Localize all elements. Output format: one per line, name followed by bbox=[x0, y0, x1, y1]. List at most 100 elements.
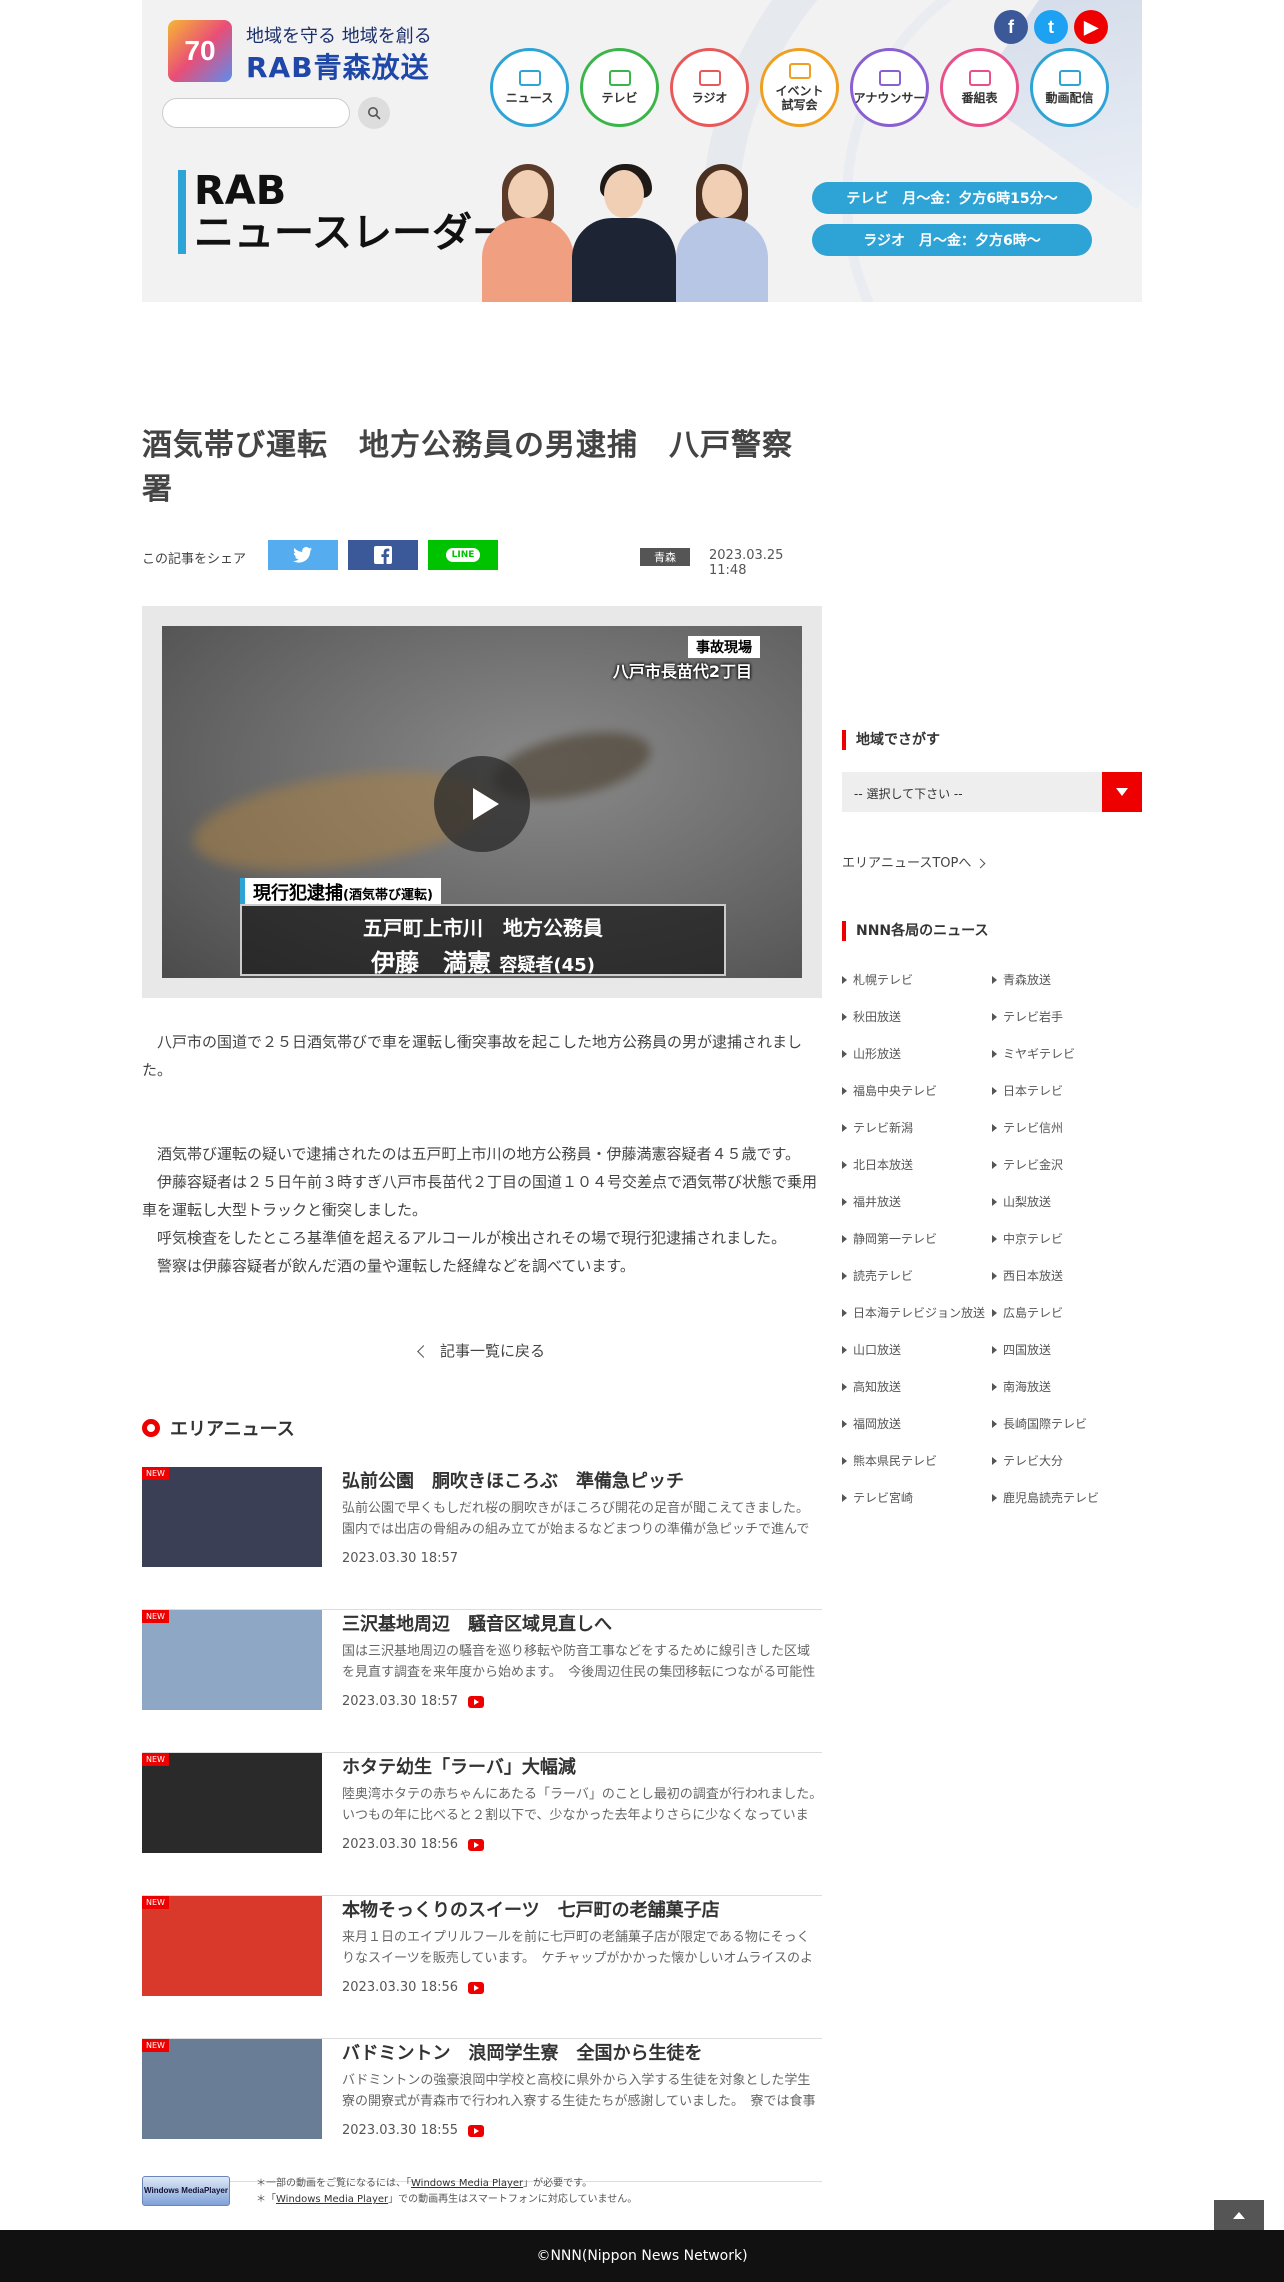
video-caption-arrest: 現行犯逮捕(酒気帯び運転) bbox=[240, 878, 441, 906]
news-radar-banner[interactable]: RAB ニュースレーダー テレビ 月～金：夕方6時15分～ ラジオ 月～金：夕方… bbox=[142, 142, 1142, 302]
banner-title-line1: RAB bbox=[194, 168, 287, 214]
nnn-station-link[interactable]: テレビ岩手 bbox=[992, 1008, 1142, 1026]
nnn-station-link[interactable]: テレビ信州 bbox=[992, 1119, 1142, 1137]
wmp-link[interactable]: Windows Media Player bbox=[411, 2178, 523, 2189]
article-paragraph: 警察は伊藤容疑者が飲んだ酒の量や運転した経緯などを調べています。 bbox=[157, 1257, 635, 1275]
anniversary-70-logo: 70 bbox=[168, 20, 232, 82]
news-list-item[interactable]: NEW 本物そっくりのスイーツ 七戸町の老舗菓子店 来月１日のエイプリルフールを前に… bbox=[142, 1896, 822, 2039]
nnn-station-link[interactable]: 福井放送 bbox=[842, 1193, 992, 1211]
facebook-icon bbox=[374, 546, 392, 564]
news-thumbnail[interactable]: NEW bbox=[142, 2039, 322, 2139]
nnn-station-link[interactable]: 福島中央テレビ bbox=[842, 1082, 992, 1100]
share-line-button[interactable]: LINE bbox=[428, 540, 498, 570]
nnn-station-link[interactable]: 山口放送 bbox=[842, 1341, 992, 1359]
twitter-icon bbox=[293, 547, 312, 563]
nav-button[interactable]: テレビ bbox=[580, 48, 659, 127]
nav-button[interactable]: イベント 試写会 bbox=[760, 48, 839, 127]
video-screen[interactable]: 事故現場 八戸市長苗代2丁目 現行犯逮捕(酒気帯び運転) 五戸町上市川 地方公務… bbox=[162, 626, 802, 978]
nnn-station-link[interactable]: 日本テレビ bbox=[992, 1082, 1142, 1100]
video-player: 事故現場 八戸市長苗代2丁目 現行犯逮捕(酒気帯び運転) 五戸町上市川 地方公務… bbox=[142, 606, 822, 998]
nnn-station-link[interactable]: 南海放送 bbox=[992, 1378, 1142, 1396]
nnn-station-link[interactable]: ミヤギテレビ bbox=[992, 1045, 1142, 1063]
new-badge: NEW bbox=[142, 1896, 169, 1909]
area-news-heading: エリアニュース bbox=[142, 1415, 822, 1441]
nav-icon bbox=[878, 69, 901, 86]
logo-station-name: RAB青森放送 bbox=[246, 51, 430, 84]
news-list-item[interactable]: NEW 弘前公園 胴吹きほころぶ 準備急ピッチ 弘前公園で早くもしだれ桜の胴吹きがほ… bbox=[142, 1467, 822, 1610]
play-button[interactable] bbox=[434, 756, 530, 852]
windows-media-player-logo[interactable]: Windows MediaPlayer bbox=[142, 2176, 230, 2206]
news-list-item[interactable]: NEW バドミントン 浪岡学生寮 全国から生徒を バドミントンの強豪浪岡中学校と高校… bbox=[142, 2039, 822, 2182]
new-badge: NEW bbox=[142, 1467, 169, 1480]
nav-button[interactable]: ラジオ bbox=[670, 48, 749, 127]
page-top-button[interactable] bbox=[1214, 2200, 1264, 2230]
nnn-station-link[interactable]: 日本海テレビジョン放送 bbox=[842, 1304, 992, 1322]
area-news-top-link[interactable]: エリアニュースTOPへ bbox=[842, 852, 1142, 871]
share-twitter-button[interactable] bbox=[268, 540, 338, 570]
play-icon bbox=[473, 788, 499, 820]
site-header: 70 地域を守る 地域を創る RAB青森放送 f t ▶ ニュース テレビ ラジオ イ… bbox=[142, 0, 1142, 302]
nnn-station-link[interactable]: 中京テレビ bbox=[992, 1230, 1142, 1248]
news-thumbnail[interactable]: NEW bbox=[142, 1896, 322, 1996]
news-list-item[interactable]: NEW 三沢基地周辺 騒音区域見直しへ 国は三沢基地周辺の騒音を巡り移転や防音工事な… bbox=[142, 1610, 822, 1753]
nav-button[interactable]: 動画配信 bbox=[1030, 48, 1109, 127]
copyright: ©NNN(Nippon News Network) bbox=[536, 2248, 748, 2264]
news-title[interactable]: バドミントン 浪岡学生寮 全国から生徒を bbox=[342, 2039, 703, 2065]
nnn-station-link[interactable]: 読売テレビ bbox=[842, 1267, 992, 1285]
nnn-station-link[interactable]: テレビ金沢 bbox=[992, 1156, 1142, 1174]
back-to-list-link[interactable]: 記事一覧に戻る bbox=[142, 1340, 822, 1361]
facebook-icon[interactable]: f bbox=[994, 10, 1028, 44]
nnn-station-link[interactable]: 静岡第一テレビ bbox=[842, 1230, 992, 1248]
chevron-down-icon[interactable] bbox=[1102, 772, 1142, 812]
tv-schedule-pill: テレビ 月～金：夕方6時15分～ bbox=[812, 182, 1092, 214]
news-title[interactable]: ホタテ幼生「ラーバ」大幅減 bbox=[342, 1753, 576, 1779]
sidebar: 地域でさがす -- 選択して下さい -- エリアニュースTOPへ NNN各局のニ… bbox=[842, 730, 1142, 1507]
wmp-link[interactable]: Windows Media Player bbox=[276, 2194, 388, 2205]
news-thumbnail[interactable]: NEW bbox=[142, 1610, 322, 1710]
news-thumbnail[interactable]: NEW bbox=[142, 1753, 322, 1853]
news-title[interactable]: 三沢基地周辺 騒音区域見直しへ bbox=[342, 1610, 612, 1636]
line-icon: LINE bbox=[445, 548, 481, 562]
search-icon bbox=[368, 107, 381, 120]
search-button[interactable] bbox=[358, 97, 390, 129]
nav-button[interactable]: 番組表 bbox=[940, 48, 1019, 127]
twitter-icon[interactable]: t bbox=[1034, 10, 1068, 44]
nnn-station-link[interactable]: 福岡放送 bbox=[842, 1415, 992, 1433]
nnn-station-link[interactable]: テレビ大分 bbox=[992, 1452, 1142, 1470]
category-badge: 青森 bbox=[640, 548, 690, 566]
nnn-station-link[interactable]: 秋田放送 bbox=[842, 1008, 992, 1026]
news-title[interactable]: 弘前公園 胴吹きほころぶ 準備急ピッチ bbox=[342, 1467, 684, 1493]
news-thumbnail[interactable]: NEW bbox=[142, 1467, 322, 1567]
nnn-station-link[interactable]: 山形放送 bbox=[842, 1045, 992, 1063]
nnn-station-link[interactable]: 四国放送 bbox=[992, 1341, 1142, 1359]
news-title[interactable]: 本物そっくりのスイーツ 七戸町の老舗菓子店 bbox=[342, 1896, 720, 1922]
site-logo[interactable]: 70 地域を守る 地域を創る RAB青森放送 bbox=[168, 20, 438, 84]
nnn-station-link[interactable]: 北日本放送 bbox=[842, 1156, 992, 1174]
nav-button[interactable]: ニュース bbox=[490, 48, 569, 127]
youtube-icon[interactable]: ▶ bbox=[1074, 10, 1108, 44]
video-icon bbox=[468, 2124, 485, 2137]
anchor-photo bbox=[482, 164, 574, 302]
nav-icon bbox=[698, 69, 721, 86]
region-select[interactable]: -- 選択して下さい -- bbox=[842, 772, 1142, 812]
nnn-station-link[interactable]: 長崎国際テレビ bbox=[992, 1415, 1142, 1433]
nnn-station-link[interactable]: テレビ新潟 bbox=[842, 1119, 992, 1137]
search-input[interactable] bbox=[162, 98, 350, 128]
nnn-station-link[interactable]: 鹿児島読売テレビ bbox=[992, 1489, 1142, 1507]
nnn-station-link[interactable]: 熊本県民テレビ bbox=[842, 1452, 992, 1470]
nnn-station-link[interactable]: 西日本放送 bbox=[992, 1267, 1142, 1285]
news-description: 陸奥湾ホタテの赤ちゃんにあたる「ラーバ」のことし最初の調査が行われました。 いつ… bbox=[342, 1787, 822, 1823]
nnn-station-link[interactable]: テレビ宮崎 bbox=[842, 1489, 992, 1507]
nnn-station-link[interactable]: 高知放送 bbox=[842, 1378, 992, 1396]
nnn-station-link[interactable]: 札幌テレビ bbox=[842, 971, 992, 989]
region-search-heading: 地域でさがす bbox=[842, 730, 1142, 750]
nav-button[interactable]: アナウンサー bbox=[850, 48, 929, 127]
nnn-station-link[interactable]: 山梨放送 bbox=[992, 1193, 1142, 1211]
news-list-item[interactable]: NEW ホタテ幼生「ラーバ」大幅減陸奥湾ホタテの赤ちゃんにあたる「ラーバ」のことし… bbox=[142, 1753, 822, 1896]
nav-icon bbox=[1058, 69, 1081, 86]
video-caption-place: 八戸市長苗代2丁目 bbox=[612, 662, 752, 681]
nnn-station-link[interactable]: 青森放送 bbox=[992, 971, 1142, 989]
new-badge: NEW bbox=[142, 1753, 169, 1766]
share-facebook-button[interactable] bbox=[348, 540, 418, 570]
nnn-station-link[interactable]: 広島テレビ bbox=[992, 1304, 1142, 1322]
